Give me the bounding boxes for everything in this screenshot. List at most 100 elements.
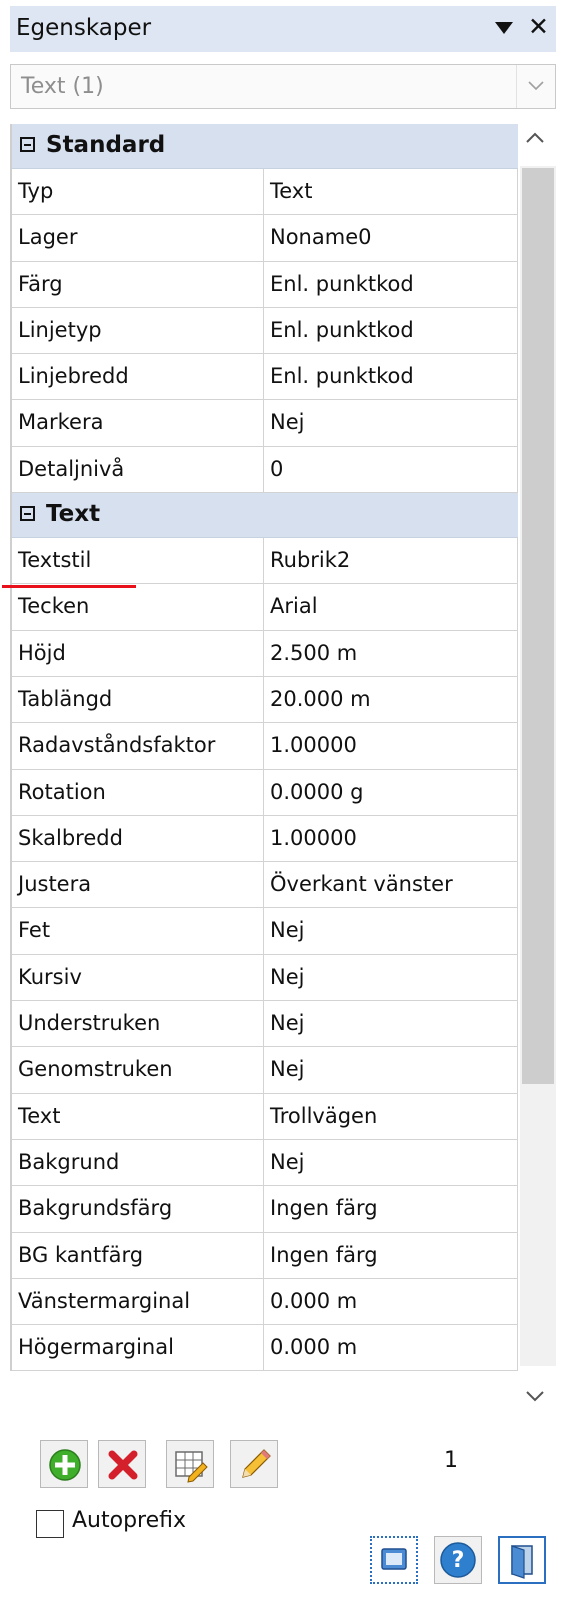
property-value[interactable]: Nej	[264, 908, 518, 954]
help-button[interactable]: ?	[434, 1536, 482, 1584]
property-value[interactable]: Överkant vänster	[264, 862, 518, 908]
property-name: Markera	[12, 400, 264, 446]
property-name: Linjetyp	[12, 307, 264, 354]
close-icon[interactable]: ✕	[528, 14, 549, 39]
property-value[interactable]: Ingen färg	[264, 1186, 518, 1232]
property-row[interactable]: Höjd 2.500 m	[12, 630, 518, 677]
property-name: BG kantfärg	[12, 1232, 264, 1278]
property-value[interactable]: Enl. punktkod	[264, 307, 518, 354]
property-value[interactable]: 20.000 m	[264, 676, 518, 723]
select-frame-button[interactable]	[370, 1536, 418, 1584]
edit-button[interactable]	[230, 1440, 278, 1488]
property-row[interactable]: Rotation 0.0000 g	[12, 769, 518, 816]
property-value[interactable]: 0.000 m	[264, 1325, 518, 1371]
property-name: Linjebredd	[12, 354, 264, 400]
property-name: Radavståndsfaktor	[12, 723, 264, 769]
checkbox-box[interactable]	[36, 1510, 64, 1538]
collapse-icon[interactable]	[20, 137, 35, 152]
object-selector-value: Text (1)	[21, 74, 104, 99]
property-row[interactable]: Text Trollvägen	[12, 1093, 518, 1140]
property-name: Bakgrund	[12, 1139, 264, 1186]
section-standard[interactable]: Standard	[12, 124, 518, 169]
property-row[interactable]: Kursiv Nej	[12, 954, 518, 1002]
property-name: Vänstermarginal	[12, 1278, 264, 1325]
edit-table-button[interactable]	[166, 1440, 214, 1488]
property-value[interactable]: Nej	[264, 400, 518, 446]
property-value[interactable]: Enl. punktkod	[264, 354, 518, 400]
section-label: Standard	[46, 132, 166, 158]
property-name: Text	[12, 1093, 264, 1139]
property-row[interactable]: Genomstruken Nej	[12, 1047, 518, 1094]
property-name: Bakgrundsfärg	[12, 1186, 264, 1232]
property-value[interactable]: 2.500 m	[264, 630, 518, 676]
property-row[interactable]: Bakgrund Nej	[12, 1139, 518, 1187]
property-name: Justera	[12, 862, 264, 908]
property-row[interactable]: Färg Enl. punktkod	[12, 261, 518, 308]
property-value[interactable]: Text	[264, 169, 518, 215]
property-name: Fet	[12, 908, 264, 954]
svg-text:?: ?	[452, 1548, 465, 1573]
property-name: Skalbredd	[12, 815, 264, 862]
property-row[interactable]: Tecken Arial	[12, 584, 518, 631]
property-row[interactable]: Justera Överkant vänster	[12, 862, 518, 909]
property-row[interactable]: Understruken Nej	[12, 1001, 518, 1048]
property-name: Kursiv	[12, 954, 264, 1001]
property-name: Höjd	[12, 630, 264, 676]
property-name: Genomstruken	[12, 1047, 264, 1093]
property-row[interactable]: BG kantfärg Ingen färg	[12, 1232, 518, 1279]
property-row[interactable]: Detaljnivå 0	[12, 446, 518, 494]
scrollbar-thumb[interactable]	[522, 168, 554, 1084]
dropdown-arrow-icon[interactable]	[493, 16, 515, 43]
exit-door-icon	[511, 1545, 533, 1579]
property-row[interactable]: Vänstermarginal 0.000 m	[12, 1278, 518, 1326]
property-row[interactable]: Högermarginal 0.000 m	[12, 1325, 518, 1372]
property-value[interactable]: Nej	[264, 1139, 518, 1186]
property-name: Tecken	[12, 584, 264, 630]
property-row[interactable]: Radavståndsfaktor 1.00000	[12, 723, 518, 770]
edit-table-icon	[175, 1451, 208, 1483]
property-name: Textstil	[12, 538, 264, 584]
scroll-down-icon[interactable]	[524, 1388, 546, 1407]
property-row[interactable]: Skalbredd 1.00000	[12, 815, 518, 863]
property-name: Färg	[12, 261, 264, 307]
property-name: Tablängd	[12, 676, 264, 723]
property-value[interactable]: Ingen färg	[264, 1232, 518, 1278]
property-value[interactable]: Arial	[264, 584, 518, 630]
section-text[interactable]: Text	[12, 493, 518, 539]
exit-button[interactable]	[498, 1536, 546, 1584]
chevron-down-icon[interactable]	[516, 65, 555, 108]
record-counter: 1	[444, 1448, 458, 1473]
property-value[interactable]: Enl. punktkod	[264, 261, 518, 307]
property-row[interactable]: Lager Noname0	[12, 215, 518, 262]
section-label: Text	[46, 501, 101, 528]
scroll-up-icon[interactable]	[524, 130, 546, 149]
object-selector[interactable]: Text (1)	[10, 64, 556, 109]
property-row[interactable]: Linjetyp Enl. punktkod	[12, 307, 518, 355]
panel-title: Egenskaper	[16, 15, 152, 41]
property-row[interactable]: Typ Text	[12, 169, 518, 216]
property-value[interactable]: 1.00000	[264, 815, 518, 862]
property-row[interactable]: Tablängd 20.000 m	[12, 676, 518, 724]
property-value[interactable]: Rubrik2	[264, 538, 518, 584]
property-value[interactable]: 0.0000 g	[264, 769, 518, 815]
help-icon: ?	[440, 1542, 476, 1578]
property-row[interactable]: Bakgrundsfärg Ingen färg	[12, 1186, 518, 1233]
property-name: Detaljnivå	[12, 446, 264, 493]
property-value[interactable]: Nej	[264, 1001, 518, 1047]
delete-button[interactable]	[98, 1440, 146, 1488]
property-value[interactable]: Nej	[264, 1047, 518, 1093]
property-row[interactable]: Markera Nej	[12, 400, 518, 447]
property-value[interactable]: 0	[264, 446, 518, 493]
property-row[interactable]: Textstil Rubrik2	[12, 538, 518, 585]
property-value[interactable]: Trollvägen	[264, 1093, 518, 1139]
property-value[interactable]: Nej	[264, 954, 518, 1001]
add-button[interactable]	[40, 1440, 88, 1488]
select-frame-icon	[381, 1548, 407, 1570]
property-row[interactable]: Linjebredd Enl. punktkod	[12, 354, 518, 401]
property-row[interactable]: Fet Nej	[12, 908, 518, 955]
property-grid: Standard Typ Text Lager Noname0 Färg Enl. p…	[10, 124, 518, 1372]
property-value[interactable]: 0.000 m	[264, 1278, 518, 1325]
property-value[interactable]: Noname0	[264, 215, 518, 261]
collapse-icon[interactable]	[20, 506, 35, 522]
property-value[interactable]: 1.00000	[264, 723, 518, 769]
